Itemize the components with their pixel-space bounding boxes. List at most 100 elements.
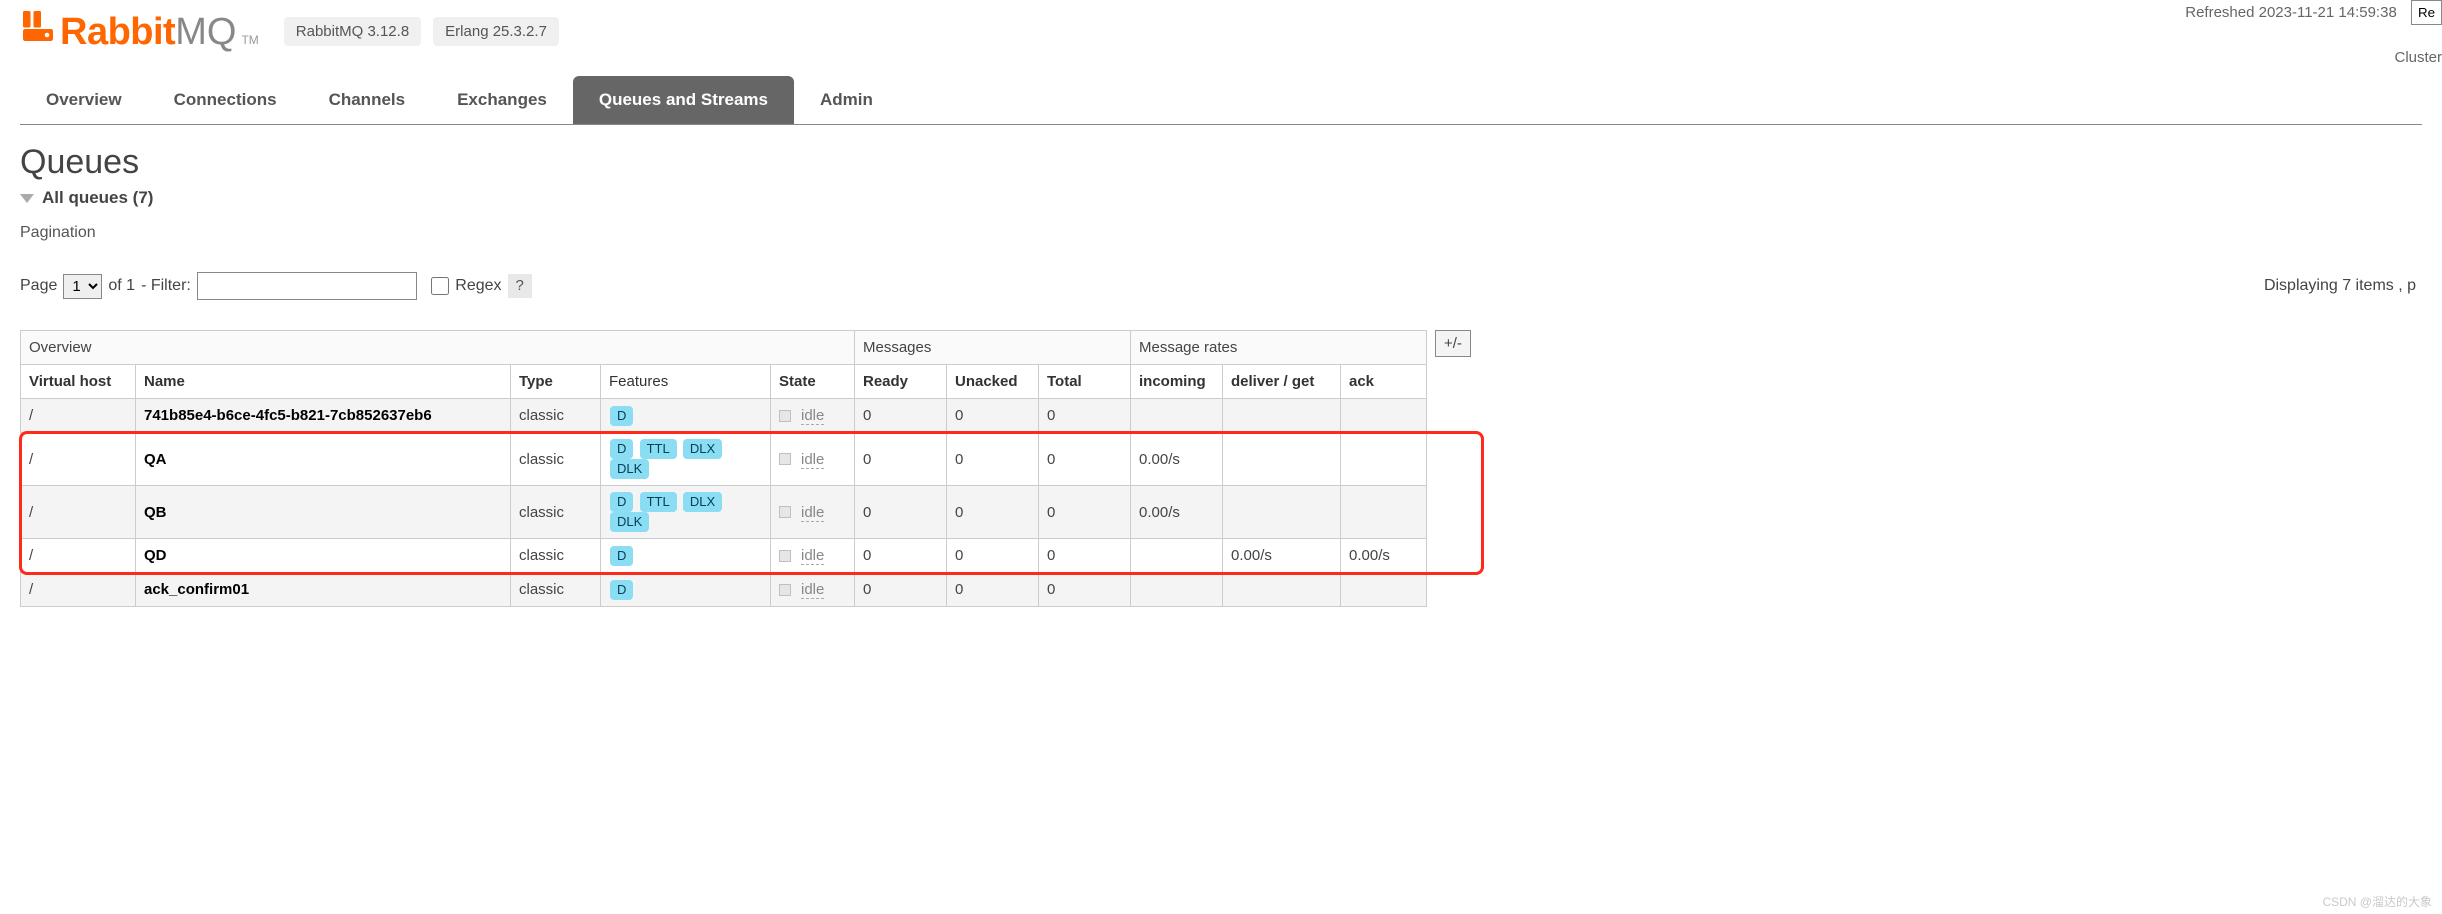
logo[interactable]: RabbitMQ TM [20, 8, 259, 54]
tab-admin[interactable]: Admin [794, 76, 899, 124]
tab-queues-and-streams[interactable]: Queues and Streams [573, 76, 794, 124]
col-incoming[interactable]: incoming [1131, 365, 1223, 399]
cell-deliver-get [1223, 573, 1341, 607]
cell-deliver-get: 0.00/s [1223, 539, 1341, 573]
cell-features: D TTL DLX DLK [601, 486, 771, 539]
cell-incoming [1131, 573, 1223, 607]
col-ready[interactable]: Ready [855, 365, 947, 399]
queues-table-wrap: Overview Messages Message rates Virtual … [20, 330, 2422, 607]
queues-table: Overview Messages Message rates Virtual … [20, 330, 1427, 607]
feature-badge: D [610, 546, 633, 566]
queue-link[interactable]: 741b85e4-b6ce-4fc5-b821-7cb852637eb6 [144, 407, 432, 424]
cell-ack: 0.00/s [1341, 539, 1427, 573]
queue-link[interactable]: QB [144, 504, 167, 521]
pagination-row: Page 1 of 1 - Filter: Regex ? Displaying… [20, 272, 2422, 300]
cell-unacked: 0 [947, 539, 1039, 573]
of-pages: of 1 [108, 277, 135, 295]
col-total[interactable]: Total [1039, 365, 1131, 399]
col-vhost[interactable]: Virtual host [21, 365, 136, 399]
version-erlang: Erlang 25.3.2.7 [433, 17, 559, 46]
col-type[interactable]: Type [511, 365, 601, 399]
feature-badge: DLK [610, 512, 649, 532]
page-title: Queues [20, 143, 2422, 182]
col-features[interactable]: Features [601, 365, 771, 399]
tab-exchanges[interactable]: Exchanges [431, 76, 573, 124]
page-select[interactable]: 1 [63, 274, 102, 299]
cell-state: idle [771, 573, 855, 607]
logo-text-rabbit: Rabbit [60, 11, 175, 54]
filter-label: - Filter: [141, 277, 191, 295]
all-queues-label: All queues (7) [42, 188, 153, 208]
feature-badge: D [610, 406, 633, 426]
cell-total: 0 [1039, 399, 1131, 433]
cell-vhost: / [21, 433, 136, 486]
cell-features: D [601, 399, 771, 433]
cell-ack [1341, 433, 1427, 486]
feature-badge: DLX [683, 439, 722, 459]
displaying-count: Displaying 7 items , p [2264, 277, 2416, 295]
pagination-label: Pagination [20, 224, 2422, 242]
main-tabs: OverviewConnectionsChannelsExchangesQueu… [20, 76, 2422, 125]
cell-total: 0 [1039, 539, 1131, 573]
columns-toggle-button[interactable]: +/- [1435, 330, 1471, 357]
cell-ready: 0 [855, 433, 947, 486]
tab-overview[interactable]: Overview [20, 76, 148, 124]
col-ack[interactable]: ack [1341, 365, 1427, 399]
cell-incoming: 0.00/s [1131, 486, 1223, 539]
regex-checkbox[interactable] [431, 277, 449, 295]
filter-input[interactable] [197, 272, 417, 300]
col-unacked[interactable]: Unacked [947, 365, 1039, 399]
cell-ack [1341, 573, 1427, 607]
cell-unacked: 0 [947, 399, 1039, 433]
table-row: /ack_confirm01classicDidle000 [21, 573, 1427, 607]
state-indicator-icon [779, 550, 791, 562]
cell-features: D [601, 573, 771, 607]
cell-deliver-get [1223, 433, 1341, 486]
cell-ready: 0 [855, 399, 947, 433]
state-text: idle [801, 451, 824, 469]
queue-link[interactable]: QD [144, 547, 167, 564]
tab-channels[interactable]: Channels [303, 76, 432, 124]
version-rabbitmq: RabbitMQ 3.12.8 [284, 17, 421, 46]
feature-badge: DLK [610, 459, 649, 479]
cell-state: idle [771, 486, 855, 539]
cell-type: classic [511, 573, 601, 607]
cell-ack [1341, 399, 1427, 433]
cell-incoming: 0.00/s [1131, 433, 1223, 486]
logo-tm: TM [241, 33, 258, 47]
feature-badge: D [610, 439, 633, 459]
cell-name: 741b85e4-b6ce-4fc5-b821-7cb852637eb6 [136, 399, 511, 433]
cell-features: D [601, 539, 771, 573]
group-overview: Overview [21, 331, 855, 365]
cell-name: QA [136, 433, 511, 486]
state-indicator-icon [779, 506, 791, 518]
cell-type: classic [511, 399, 601, 433]
all-queues-toggle[interactable]: All queues (7) [20, 188, 2422, 208]
topbar: RabbitMQ TM RabbitMQ 3.12.8 Erlang 25.3.… [0, 0, 2442, 54]
cell-vhost: / [21, 573, 136, 607]
feature-badge: D [610, 492, 633, 512]
state-text: idle [801, 547, 824, 565]
regex-label: Regex [455, 277, 501, 295]
feature-badge: TTL [640, 492, 677, 512]
table-row: /QDclassicDidle0000.00/s0.00/s [21, 539, 1427, 573]
regex-help[interactable]: ? [508, 274, 532, 298]
table-row: /QAclassicD TTL DLX DLKidle0000.00/s [21, 433, 1427, 486]
queue-link[interactable]: QA [144, 451, 167, 468]
cell-unacked: 0 [947, 433, 1039, 486]
logo-text-mq: MQ [175, 11, 236, 54]
cell-unacked: 0 [947, 573, 1039, 607]
cell-total: 0 [1039, 433, 1131, 486]
cell-ack [1341, 486, 1427, 539]
cell-vhost: / [21, 539, 136, 573]
queue-link[interactable]: ack_confirm01 [144, 581, 249, 598]
col-deliver-get[interactable]: deliver / get [1223, 365, 1341, 399]
watermark: CSDN @溜达的大象 [2322, 893, 2432, 910]
refresh-button[interactable]: Re [2411, 0, 2442, 25]
tab-connections[interactable]: Connections [148, 76, 303, 124]
cell-deliver-get [1223, 486, 1341, 539]
cell-vhost: / [21, 399, 136, 433]
col-name[interactable]: Name [136, 365, 511, 399]
cell-vhost: / [21, 486, 136, 539]
col-state[interactable]: State [771, 365, 855, 399]
